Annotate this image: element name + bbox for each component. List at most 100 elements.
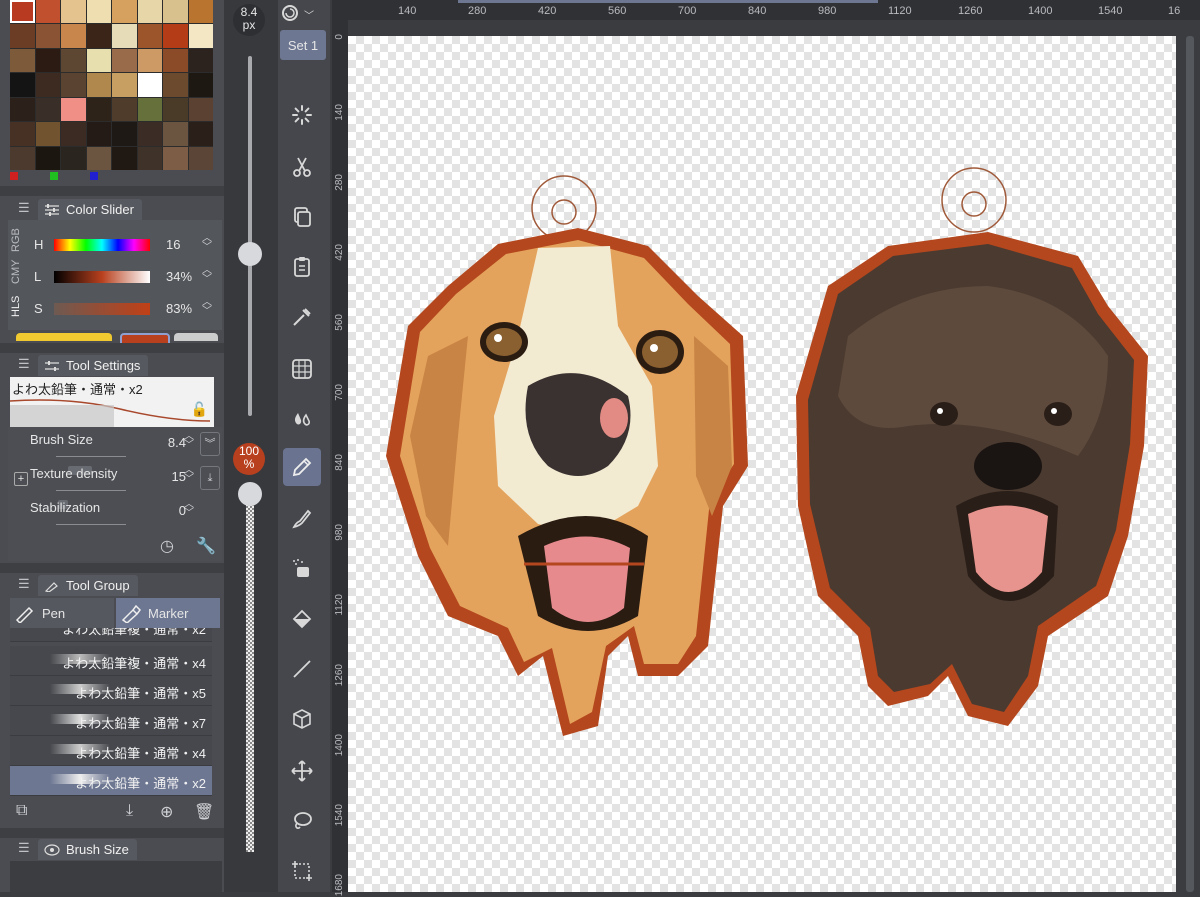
tool-brush[interactable] <box>283 500 321 538</box>
color-swatch[interactable] <box>86 24 111 48</box>
lightness-gradient[interactable] <box>54 271 150 283</box>
tab-marker[interactable]: Marker <box>116 598 220 628</box>
color-swatch[interactable] <box>10 24 35 48</box>
color-swatch[interactable] <box>61 0 86 24</box>
color-chip-transparent[interactable] <box>174 333 218 341</box>
color-swatch[interactable] <box>163 73 188 97</box>
lightness-slider-row[interactable]: L 34% ︿ ﹀ <box>30 266 220 290</box>
panel-menu-icon[interactable]: ☰ <box>18 356 30 372</box>
color-swatch[interactable] <box>10 0 35 24</box>
mode-tab-cmy[interactable]: CMY <box>10 256 30 288</box>
tab-brush-size[interactable]: Brush Size <box>38 839 137 860</box>
stabilization-track[interactable] <box>56 518 126 525</box>
color-swatch[interactable] <box>86 122 111 146</box>
stabilization-row[interactable]: Stabilization 0 ︿ ﹀ <box>10 498 220 532</box>
color-swatch[interactable] <box>35 122 60 146</box>
opacity-slider-track[interactable] <box>246 500 254 852</box>
color-swatch[interactable] <box>112 73 137 97</box>
brush-size-row[interactable]: Brush Size 8.4 ︿ ﹀ ︾ <box>10 430 220 475</box>
saturation-slider-row[interactable]: S 83% ︿ ﹀ <box>30 298 220 322</box>
list-item[interactable]: よわ太鉛筆複・通常・x2 <box>10 628 212 642</box>
brush-size-track[interactable] <box>56 450 126 475</box>
color-swatch[interactable] <box>112 97 137 122</box>
panel-menu-icon[interactable]: ☰ <box>18 840 30 856</box>
panel-menu-icon[interactable]: ☰ <box>18 200 30 216</box>
color-swatch[interactable] <box>61 122 86 146</box>
list-item[interactable]: よわ太鉛筆・通常・x7 <box>10 706 212 736</box>
color-swatch[interactable] <box>163 0 188 24</box>
texture-density-stepper[interactable]: ︿ ﹀ <box>184 466 194 485</box>
brush-size-expand-button[interactable]: ︾ <box>200 432 220 456</box>
tab-tool-group[interactable]: Tool Group <box>38 575 138 596</box>
color-swatch[interactable] <box>163 146 188 170</box>
color-swatch[interactable] <box>137 122 162 146</box>
tab-tool-settings[interactable]: Tool Settings <box>38 355 149 376</box>
color-swatch[interactable] <box>35 97 60 122</box>
color-swatch[interactable] <box>61 146 86 170</box>
color-swatch[interactable] <box>10 122 35 146</box>
color-swatch[interactable] <box>163 48 188 73</box>
color-swatch[interactable] <box>61 97 86 122</box>
color-swatch[interactable] <box>112 0 137 24</box>
list-item[interactable]: よわ太鉛筆・通常・x5 <box>10 676 212 706</box>
tool-copy[interactable] <box>283 198 321 236</box>
vertical-scrollbar[interactable] <box>1186 36 1194 892</box>
lock-icon[interactable]: 🔓 <box>191 401 208 418</box>
color-swatch[interactable] <box>188 146 213 170</box>
color-swatch[interactable] <box>112 122 137 146</box>
drawing-canvas[interactable] <box>348 36 1176 892</box>
texture-density-download-button[interactable]: ⤓ <box>200 466 220 490</box>
color-swatch[interactable] <box>188 97 213 122</box>
tool-eyedropper[interactable] <box>283 298 321 336</box>
color-swatch[interactable] <box>61 48 86 73</box>
color-swatch[interactable] <box>61 73 86 97</box>
panel-menu-icon[interactable]: ☰ <box>18 576 30 592</box>
color-swatch[interactable] <box>35 73 60 97</box>
color-swatch[interactable] <box>10 73 35 97</box>
texture-density-row[interactable]: + Texture density 15 ︿ ﹀ ⤓ <box>10 464 220 509</box>
brush-size-presets[interactable] <box>10 861 222 892</box>
wrench-icon[interactable]: 🔧 <box>196 536 216 556</box>
color-swatch[interactable] <box>10 146 35 170</box>
color-swatch[interactable] <box>163 97 188 122</box>
trash-icon[interactable]: 🗑 <box>194 802 214 822</box>
mode-tab-rgb[interactable]: RGB <box>10 224 30 256</box>
tool-move[interactable] <box>283 752 321 790</box>
texture-density-track[interactable] <box>56 484 126 509</box>
color-swatch[interactable] <box>61 24 86 48</box>
color-swatch[interactable] <box>188 24 213 48</box>
color-swatch[interactable] <box>188 48 213 73</box>
color-swatch[interactable] <box>163 24 188 48</box>
list-item-selected[interactable]: よわ太鉛筆・通常・x2 <box>10 766 212 796</box>
color-swatch[interactable] <box>10 97 35 122</box>
sub-tool-set-button[interactable]: Set 1 <box>280 30 326 60</box>
tool-pen[interactable] <box>283 448 321 486</box>
color-chip-yellow[interactable] <box>16 333 112 341</box>
color-swatch[interactable] <box>188 122 213 146</box>
stabilization-stepper[interactable]: ︿ ﹀ <box>184 500 194 519</box>
color-swatch[interactable] <box>112 24 137 48</box>
color-swatch[interactable] <box>137 146 162 170</box>
sub-tool-list[interactable]: よわ太鉛筆複・通常・x2 よわ太鉛筆複・通常・x4 よわ太鉛筆・通常・x5 よわ… <box>10 628 212 796</box>
tool-loading[interactable] <box>283 96 321 134</box>
list-item[interactable]: よわ太鉛筆・通常・x4 <box>10 736 212 766</box>
tool-line[interactable] <box>283 650 321 688</box>
color-swatch[interactable] <box>86 0 111 24</box>
tool-crop[interactable] <box>283 852 321 890</box>
tab-pen[interactable]: Pen <box>10 598 114 628</box>
brush-size-stepper[interactable]: ︿ ﹀ <box>184 432 194 451</box>
color-swatch[interactable] <box>137 73 162 97</box>
color-swatch[interactable] <box>163 122 188 146</box>
brush-size-slider-knob[interactable] <box>238 242 262 266</box>
tool-fill[interactable] <box>283 600 321 638</box>
add-icon[interactable]: + <box>14 472 28 486</box>
color-swatch[interactable] <box>188 73 213 97</box>
color-swatch[interactable] <box>86 73 111 97</box>
tool-lasso[interactable] <box>283 802 321 840</box>
color-palette-grid[interactable] <box>10 0 213 170</box>
color-swatch[interactable] <box>188 0 213 24</box>
tool-airbrush[interactable] <box>283 550 321 588</box>
color-swatch[interactable] <box>86 146 111 170</box>
tool-cut[interactable] <box>283 148 321 186</box>
color-swatch[interactable] <box>137 0 162 24</box>
